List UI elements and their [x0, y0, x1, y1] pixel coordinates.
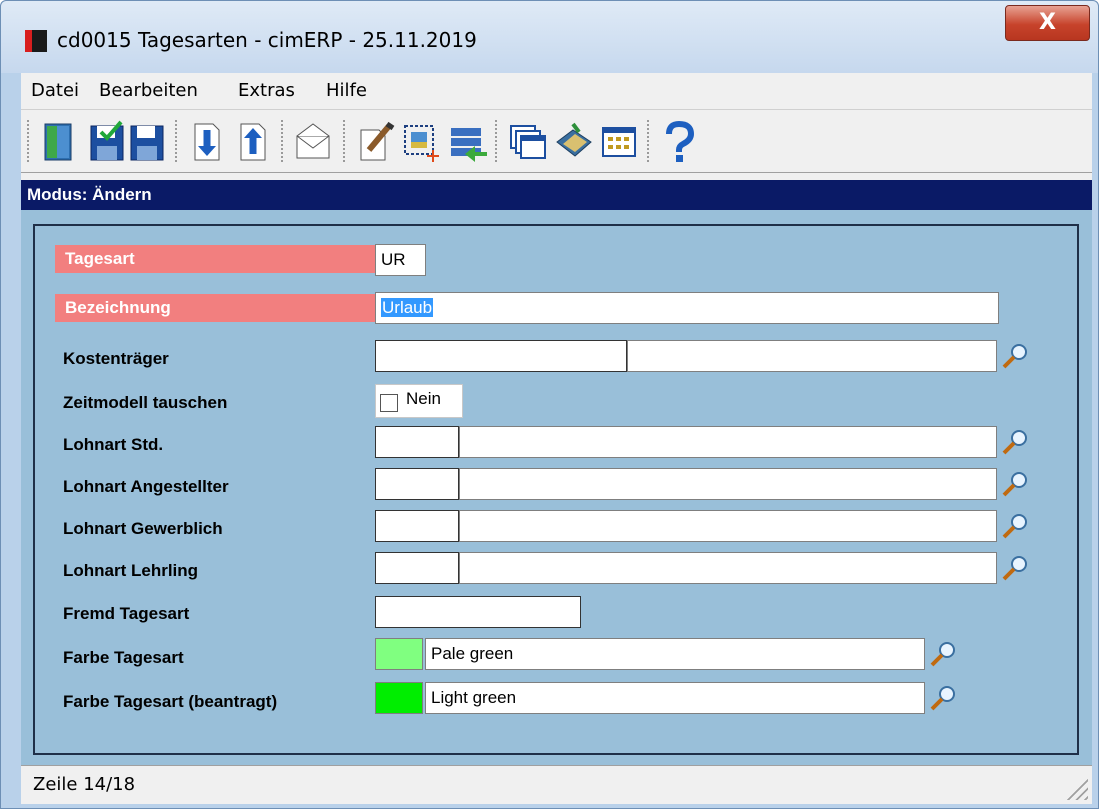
application-window: cd0015 Tagesarten - cimERP - 25.11.2019 … — [0, 0, 1099, 809]
lohnart-std-lookup-icon[interactable] — [999, 428, 1031, 456]
lohnart-gewerblich-lookup-icon[interactable] — [999, 512, 1031, 540]
lohnart-angestellter-desc-field — [459, 468, 997, 500]
select-new-icon[interactable] — [401, 120, 441, 164]
lohnart-angestellter-code-field[interactable] — [375, 468, 459, 500]
lohnart-gewerblich-code-field[interactable] — [375, 510, 459, 542]
lohnart-angestellter-label: Lohnart Angestellter — [63, 477, 229, 496]
form-area: Tagesart UR Bezeichnung Urlaub Kostenträ… — [21, 210, 1092, 765]
zeitmodell-checkbox-label: Nein — [406, 389, 441, 408]
exit-icon[interactable] — [39, 120, 79, 164]
lohnart-gewerblich-label: Lohnart Gewerblich — [63, 519, 223, 538]
zeitmodell-checkbox-group[interactable]: Nein — [375, 384, 463, 418]
toolbar-separator — [175, 120, 177, 162]
resize-grip[interactable] — [1066, 778, 1088, 800]
toolbar — [21, 109, 1092, 173]
status-text: Zeile 14/18 — [33, 774, 136, 795]
fremd-tagesart-label: Fremd Tagesart — [63, 604, 190, 623]
toolbar-grip[interactable] — [27, 120, 30, 162]
farbe-tagesart-field: Pale green — [425, 638, 925, 670]
fremd-tagesart-field[interactable] — [375, 596, 581, 628]
kostentraeger-code-field[interactable] — [375, 340, 627, 372]
menu-extras[interactable]: Extras — [238, 80, 295, 101]
lohnart-angestellter-lookup-icon[interactable] — [999, 470, 1031, 498]
menu-datei[interactable]: Datei — [31, 80, 79, 101]
menu-hilfe[interactable]: Hilfe — [326, 80, 367, 101]
client-area: Datei Bearbeiten Extras Hilfe Modus: Änd… — [21, 73, 1092, 804]
book-icon[interactable] — [553, 120, 593, 164]
kostentraeger-lookup-icon[interactable] — [999, 342, 1031, 370]
tagesart-label: Tagesart — [55, 245, 375, 273]
edit-icon[interactable] — [355, 120, 395, 164]
farbe-tagesart-label: Farbe Tagesart — [63, 648, 184, 667]
previous-record-icon[interactable] — [233, 120, 273, 164]
menu-bearbeiten[interactable]: Bearbeiten — [99, 80, 198, 101]
bezeichnung-value: Urlaub — [381, 298, 434, 317]
bezeichnung-label: Bezeichnung — [55, 294, 375, 322]
farbe-beantragt-swatch[interactable] — [375, 682, 423, 714]
mode-indicator: Modus: Ändern — [21, 180, 1092, 210]
lohnart-lehrling-lookup-icon[interactable] — [999, 554, 1031, 582]
zeitmodell-checkbox[interactable] — [380, 394, 398, 412]
toolbar-separator — [495, 120, 497, 162]
lohnart-lehrling-code-field[interactable] — [375, 552, 459, 584]
kostentraeger-label: Kostenträger — [63, 349, 169, 368]
tagesart-field[interactable]: UR — [375, 244, 426, 276]
grid-icon[interactable] — [599, 120, 639, 164]
lohnart-std-label: Lohnart Std. — [63, 435, 164, 454]
app-logo-icon — [25, 30, 47, 52]
status-bar: Zeile 14/18 — [21, 765, 1092, 804]
form-panel: Tagesart UR Bezeichnung Urlaub Kostenträ… — [33, 224, 1079, 755]
farbe-tagesart-swatch[interactable] — [375, 638, 423, 670]
lohnart-lehrling-desc-field — [459, 552, 997, 584]
next-record-icon[interactable] — [187, 120, 227, 164]
toolbar-separator — [343, 120, 345, 162]
lohnart-lehrling-label: Lohnart Lehrling — [63, 561, 199, 580]
title-bar[interactable]: cd0015 Tagesarten - cimERP - 25.11.2019 … — [1, 1, 1098, 73]
list-transfer-icon[interactable] — [447, 120, 487, 164]
save-icon[interactable] — [127, 120, 167, 164]
windows-icon[interactable] — [507, 120, 547, 164]
lohnart-gewerblich-desc-field — [459, 510, 997, 542]
mail-icon[interactable] — [293, 120, 333, 164]
farbe-beantragt-lookup-icon[interactable] — [927, 684, 959, 712]
close-button[interactable]: X — [1005, 5, 1090, 41]
lohnart-std-code-field[interactable] — [375, 426, 459, 458]
toolbar-separator — [281, 120, 283, 162]
lohnart-std-desc-field — [459, 426, 997, 458]
farbe-beantragt-field: Light green — [425, 682, 925, 714]
bezeichnung-field[interactable]: Urlaub — [375, 292, 999, 324]
window-title: cd0015 Tagesarten - cimERP - 25.11.2019 — [57, 28, 477, 52]
toolbar-separator — [647, 120, 649, 162]
menu-bar: Datei Bearbeiten Extras Hilfe — [21, 73, 1092, 109]
farbe-tagesart-lookup-icon[interactable] — [927, 640, 959, 668]
zeitmodell-label: Zeitmodell tauschen — [63, 393, 228, 412]
farbe-beantragt-label: Farbe Tagesart (beantragt) — [63, 692, 278, 711]
kostentraeger-desc-field — [627, 340, 997, 372]
help-icon[interactable] — [659, 120, 699, 164]
save-close-icon[interactable] — [87, 120, 127, 164]
